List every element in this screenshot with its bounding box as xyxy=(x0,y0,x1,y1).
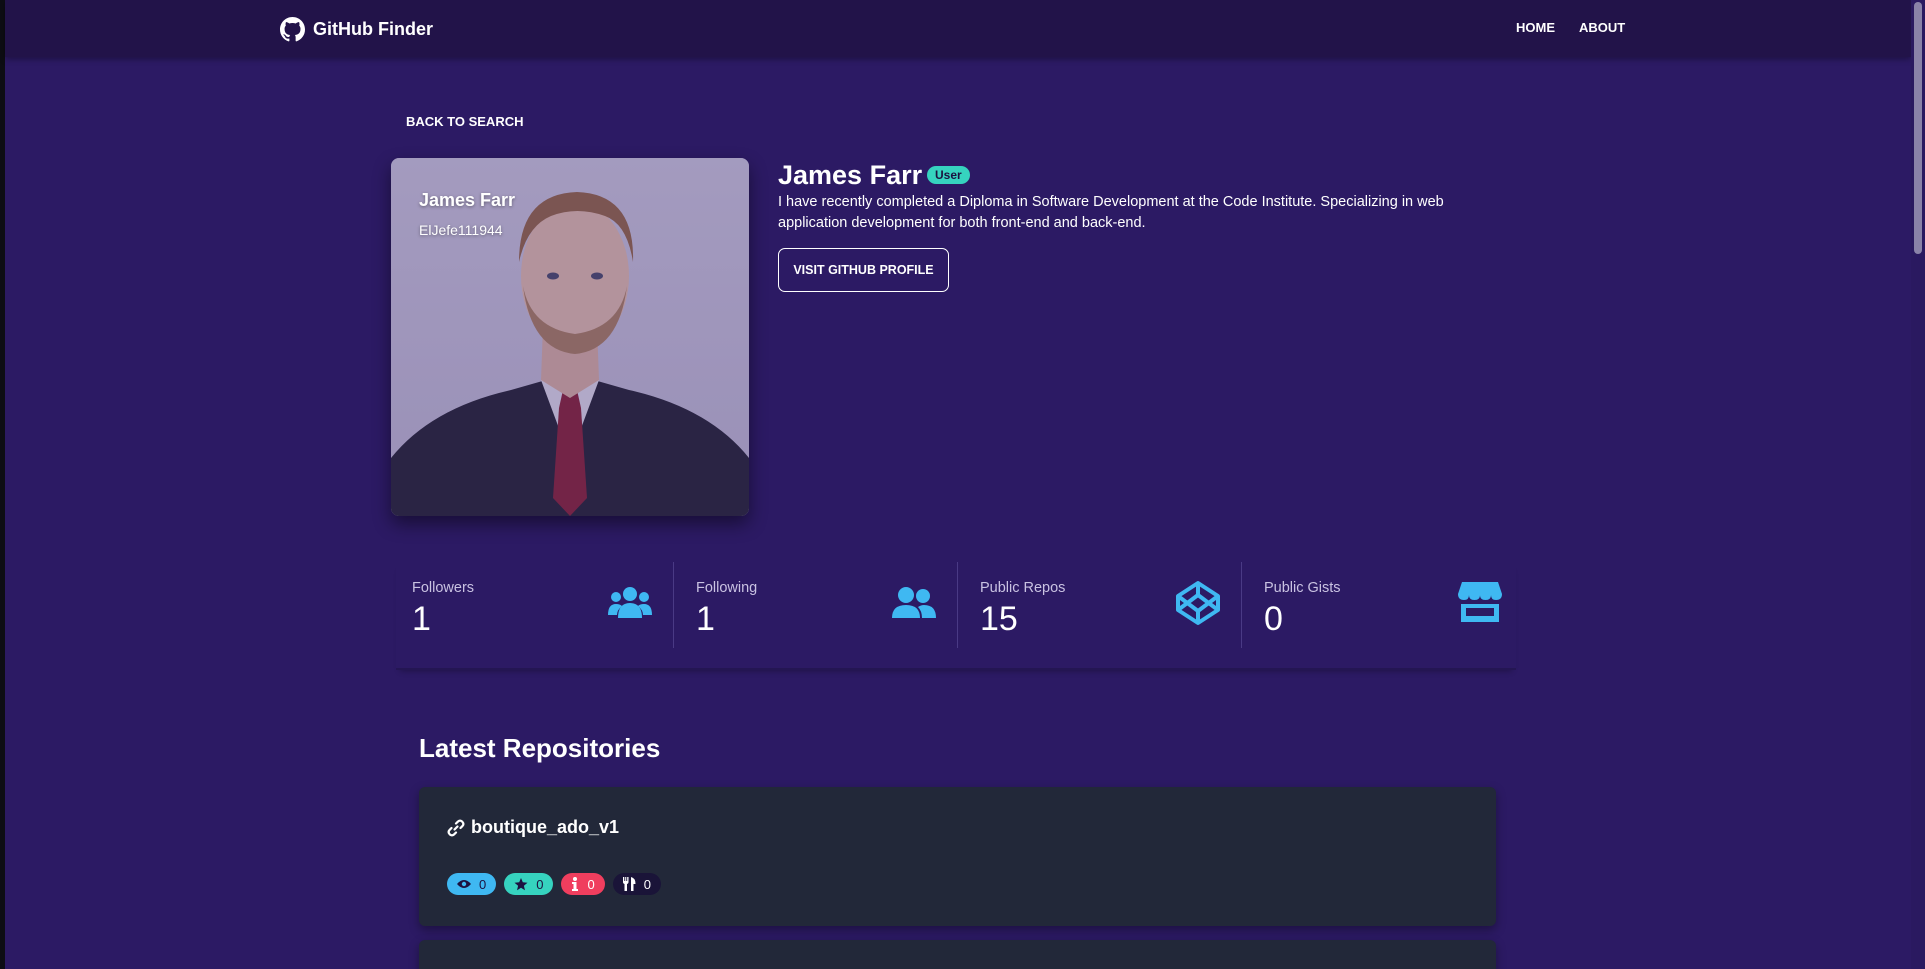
stars-badge: 0 xyxy=(504,873,554,895)
nav-about-link[interactable]: ABOUT xyxy=(1579,20,1625,35)
avatar-login: ElJefe111944 xyxy=(419,222,503,238)
repo-link[interactable]: boutique_ado_v1 xyxy=(447,817,619,838)
profile-name: James Farr xyxy=(778,160,923,190)
stat-public-gists: Public Gists 0 xyxy=(1248,562,1532,648)
watchers-count: 0 xyxy=(479,876,487,892)
stat-divider xyxy=(957,562,958,648)
stat-following: Following 1 xyxy=(680,562,964,648)
link-icon xyxy=(447,819,465,836)
utensils-icon xyxy=(622,877,636,891)
brand-title: GitHub Finder xyxy=(313,18,433,39)
issues-badge: 0 xyxy=(561,873,605,895)
profile-bio: I have recently completed a Diploma in S… xyxy=(778,194,1444,231)
nav-links: HOME ABOUT xyxy=(1516,20,1625,35)
stats-panel: Followers 1 Following 1 Public Repos 15 xyxy=(396,562,1516,670)
user-friends-icon xyxy=(892,587,936,618)
stat-label: Following xyxy=(696,580,758,596)
users-icon xyxy=(608,587,652,618)
forks-badge: 0 xyxy=(612,873,661,895)
eye-icon xyxy=(457,880,471,888)
stat-divider xyxy=(673,562,674,648)
nav-home-link[interactable]: HOME xyxy=(1516,20,1555,35)
stat-divider xyxy=(1241,562,1242,648)
stat-label: Followers xyxy=(412,580,475,596)
window-edge xyxy=(0,0,5,969)
forks-count: 0 xyxy=(643,876,651,892)
avatar-card: James Farr ElJefe111944 xyxy=(391,158,749,516)
visit-github-profile-button[interactable]: VISIT GITHUB PROFILE xyxy=(778,248,949,292)
info-icon xyxy=(572,877,579,891)
repo-name: boutique_ado_v1 xyxy=(471,817,620,837)
stat-value: 15 xyxy=(980,600,1018,638)
codepen-icon xyxy=(1176,581,1220,625)
watchers-badge: 0 xyxy=(447,873,497,895)
github-icon xyxy=(280,16,305,41)
navbar: GitHub Finder HOME ABOUT xyxy=(5,0,1911,57)
scrollbar[interactable] xyxy=(1911,0,1925,969)
stat-followers: Followers 1 xyxy=(396,562,680,648)
brand[interactable]: GitHub Finder xyxy=(280,16,433,42)
avatar-name: James Farr xyxy=(419,190,516,210)
stat-value: 0 xyxy=(1264,600,1283,638)
repo-card: boutique_ado_v1 0 0 0 0 xyxy=(419,787,1496,926)
issues-count: 0 xyxy=(587,876,595,892)
repo-card xyxy=(419,940,1496,969)
stat-label: Public Gists xyxy=(1264,580,1341,596)
stat-label: Public Repos xyxy=(980,580,1066,596)
repo-badges: 0 0 0 0 xyxy=(447,873,661,895)
user-type-badge: User xyxy=(927,166,970,184)
stat-value: 1 xyxy=(696,600,715,638)
star-icon xyxy=(514,877,528,890)
stat-public-repos: Public Repos 15 xyxy=(964,562,1248,648)
latest-repositories-title: Latest Repositories xyxy=(419,733,661,763)
scroll-thumb[interactable] xyxy=(1914,2,1922,254)
stars-count: 0 xyxy=(536,876,544,892)
avatar-overlay xyxy=(391,158,749,516)
back-to-search-link[interactable]: BACK TO SEARCH xyxy=(406,114,524,129)
store-icon xyxy=(1458,582,1502,622)
stat-value: 1 xyxy=(412,600,431,638)
